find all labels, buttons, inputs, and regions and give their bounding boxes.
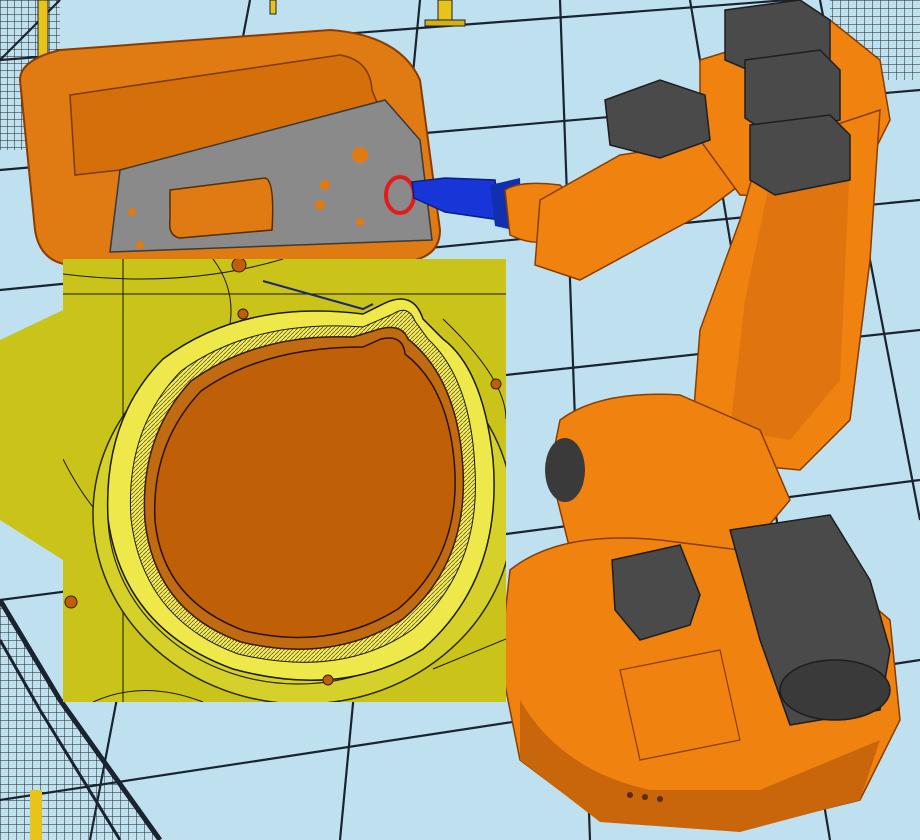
closeup-inset-view[interactable] (63, 259, 506, 702)
closeup-render (63, 259, 506, 702)
bolt-hole (322, 674, 334, 686)
bolt-hole (237, 308, 249, 320)
bolt-hole (231, 259, 247, 273)
bolt-hole (64, 595, 78, 609)
bolt-hole (490, 378, 502, 390)
door-workpiece (18, 28, 442, 267)
work-table (0, 310, 63, 560)
